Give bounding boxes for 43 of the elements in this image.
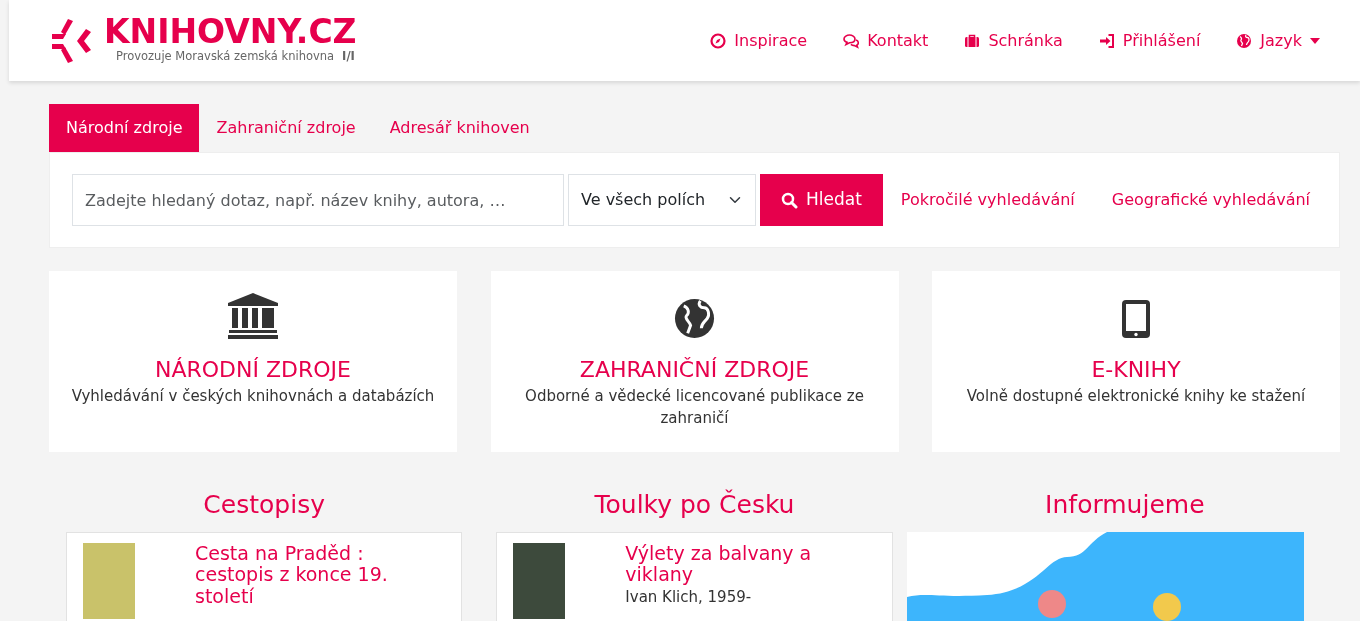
sign-in-icon [1098,32,1115,49]
category-title: NÁRODNÍ ZDROJE [154,356,352,384]
compass-icon [710,32,727,49]
book-title[interactable]: Výlety za balvany a viklany [625,542,876,587]
caret-icon [1310,37,1320,44]
chat-bubbles-icon [843,32,860,49]
category-description: Vyhledávání v českých knihovnách a databázích [70,386,436,407]
briefcase-icon [964,32,981,49]
search-tab[interactable]: Zahraniční zdroje [199,104,373,152]
scope-select[interactable]: Ve všech polích [568,174,756,226]
search-tab[interactable]: Národní zdroje [49,104,200,152]
category-title: ZAHRANIČNÍ ZDROJE [578,356,811,384]
nav-link[interactable]: Schránka [964,28,1063,53]
tablet-icon [1121,299,1151,339]
search-field[interactable]: Zadejte hledaný dotaz, např. název knihy, autora, … [72,174,564,226]
bank-icon [228,293,278,339]
category-card[interactable]: ZAHRANIČNÍ ZDROJE Odborné a vědecké licencované publikace ze zahraničí [490,271,899,452]
nav-link[interactable]: Přihlášení [1098,28,1201,53]
nav-link[interactable]: Jazyk [1236,28,1320,53]
book-author: Ivan Klich, 1959- [625,588,753,607]
book-card[interactable]: Cesta na Praděd : cestopis z konce 19. století [66,531,463,621]
category-card[interactable]: E-KNIHY Volně dostupné elektronické knihy ke stažení [932,271,1340,452]
section-title: Cestopisy [202,489,326,521]
site-logo-title[interactable]: KNIHOVNY.CZ [104,15,357,49]
search-icon [781,191,798,209]
category-title: E-KNIHY [1090,356,1182,384]
logo-subtitle: Provozuje Moravská zemská knihovna [116,48,335,66]
book-title[interactable]: Cesta na Praděd : cestopis z konce 19. století [195,542,446,609]
section-title: Toulky po Česku [593,488,796,521]
search-link[interactable]: Geografické vyhledávání [1111,188,1311,212]
nav-link[interactable]: Kontakt [843,28,929,53]
globe-icon [674,298,715,339]
search-button[interactable]: Hledat [760,174,883,226]
search-tab[interactable]: Adresář knihoven [372,104,547,152]
globe-icon [1236,32,1253,49]
category-description: Volně dostupné elektronické knihy ke stažení [965,386,1307,407]
category-description: Odborné a vědecké licencované publikace ze zahraničí [524,386,865,429]
nav-link[interactable]: Inspirace [710,28,808,53]
logo-mark-text: I/I [342,48,355,66]
search-link[interactable]: Pokročilé vyhledávání [900,188,1075,212]
section-title: Informujeme [1044,489,1206,521]
category-card[interactable]: NÁRODNÍ ZDROJE Vyhledávání v českých knihovnách a databázích [49,271,457,452]
book-card[interactable]: Výlety za balvany a viklany Ivan Klich, 1959- [496,531,893,621]
